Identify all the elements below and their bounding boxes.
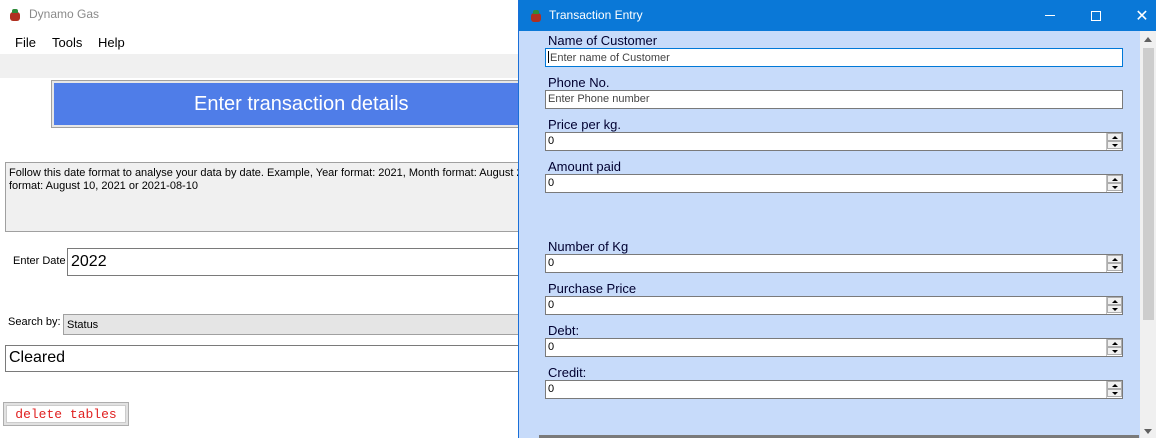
price-per-kg-spinner [1106,133,1122,150]
enter-transaction-label: Enter transaction details [54,83,588,125]
scroll-thumb[interactable] [1143,48,1154,320]
amount-paid-input[interactable]: 0 [545,174,1123,193]
spin-up-icon[interactable] [1107,339,1122,347]
maximize-icon[interactable] [1073,0,1119,31]
spin-up-icon[interactable] [1107,381,1122,389]
customer-name-placeholder: Enter name of Customer [550,52,670,64]
customer-name-input[interactable]: Enter name of Customer [545,48,1123,67]
phone-placeholder: Enter Phone number [548,93,650,105]
debt-value: 0 [548,341,555,353]
transaction-window-title: Transaction Entry [549,8,643,22]
customer-name-label: Name of Customer [548,33,658,48]
debt-label: Debt: [548,323,580,338]
phone-label: Phone No. [548,75,610,90]
price-per-kg-input[interactable]: 0 [545,132,1123,151]
phone-input[interactable]: Enter Phone number [545,90,1123,109]
search-by-label: Search by: [8,316,61,328]
main-window-title: Dynamo Gas [29,7,100,21]
credit-value: 0 [548,383,555,395]
scroll-down-icon[interactable] [1144,429,1152,434]
number-of-kg-spinner [1106,255,1122,272]
gas-cylinder-icon [531,10,541,22]
scroll-up-icon[interactable] [1144,37,1152,42]
transaction-title-bar[interactable]: Transaction Entry ✕ [519,0,1156,31]
number-of-kg-input[interactable]: 0 [545,254,1123,273]
debt-input[interactable]: 0 [545,338,1123,357]
credit-spinner [1106,381,1122,398]
credit-input[interactable]: 0 [545,380,1123,399]
delete-tables-button[interactable]: delete tables [3,402,129,426]
spin-up-icon[interactable] [1107,297,1122,305]
date-format-hint: Follow this date format to analyse your … [5,162,605,232]
delete-tables-label: delete tables [6,405,126,423]
vertical-scrollbar[interactable] [1140,31,1156,438]
purchase-price-label: Purchase Price [548,281,637,296]
enter-transaction-button[interactable]: Enter transaction details [51,80,591,128]
status-value-input[interactable]: Cleared [5,345,605,372]
amount-paid-value: 0 [548,177,555,189]
spin-down-icon[interactable] [1107,141,1122,149]
enter-date-label: Enter Date [13,255,66,267]
gas-cylinder-icon [10,9,20,21]
purchase-price-value: 0 [548,299,555,311]
menu-file[interactable]: File [15,35,36,50]
number-of-kg-label: Number of Kg [548,239,629,254]
purchase-price-spinner [1106,297,1122,314]
spin-down-icon[interactable] [1107,389,1122,397]
spin-up-icon[interactable] [1107,175,1122,183]
spin-down-icon[interactable] [1107,263,1122,271]
spin-down-icon[interactable] [1107,347,1122,355]
amount-paid-label: Amount paid [548,159,621,174]
menu-help[interactable]: Help [98,35,125,50]
price-per-kg-label: Price per kg. [548,117,621,132]
transaction-entry-window: Transaction Entry ✕ Name of Customer Ent… [518,0,1156,438]
price-per-kg-value: 0 [548,135,555,147]
minimize-icon[interactable] [1027,0,1073,31]
close-icon[interactable]: ✕ [1119,0,1156,31]
number-of-kg-value: 0 [548,257,555,269]
spin-down-icon[interactable] [1107,183,1122,191]
amount-paid-spinner [1106,175,1122,192]
menu-tools[interactable]: Tools [52,35,82,50]
spin-up-icon[interactable] [1107,133,1122,141]
debt-spinner [1106,339,1122,356]
purchase-price-input[interactable]: 0 [545,296,1123,315]
credit-label: Credit: [548,365,587,380]
spin-down-icon[interactable] [1107,305,1122,313]
spin-up-icon[interactable] [1107,255,1122,263]
